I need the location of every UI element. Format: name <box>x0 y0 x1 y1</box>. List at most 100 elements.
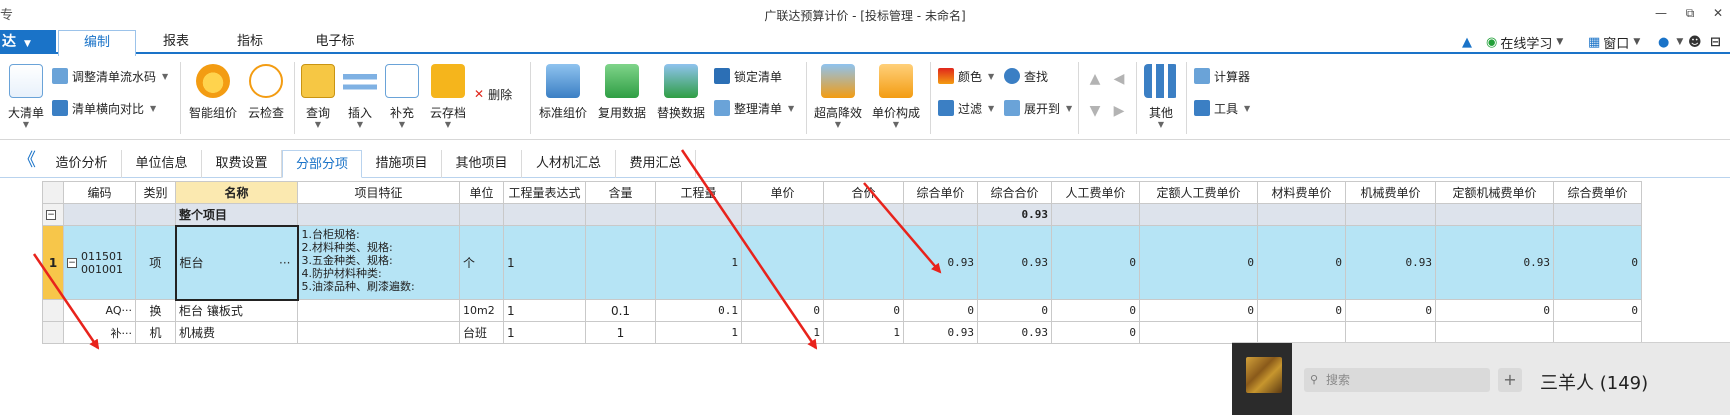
quota-machine-cell[interactable]: 0 <box>1435 299 1554 322</box>
quota-labor-cell[interactable]: 0 <box>1139 225 1258 300</box>
cell[interactable] <box>1257 203 1346 226</box>
cell[interactable] <box>459 203 504 226</box>
tab-indicators[interactable]: 指标 <box>216 30 284 54</box>
column-header[interactable]: 类别 <box>135 181 176 204</box>
delete-button[interactable]: ✕ 删除 <box>474 84 512 104</box>
column-header[interactable]: 含量 <box>585 181 656 204</box>
expand-to-button[interactable]: 展开到 ▼ <box>1004 98 1072 118</box>
cell[interactable] <box>1139 321 1258 344</box>
table-row-group[interactable]: − 整个项目 0.93 <box>42 203 1642 226</box>
column-header[interactable]: 单价 <box>741 181 824 204</box>
column-header[interactable]: 人工费单价 <box>1051 181 1140 204</box>
labor-cell[interactable]: 0 <box>1051 225 1140 300</box>
cell[interactable] <box>1553 203 1642 226</box>
cell[interactable] <box>585 203 656 226</box>
collapse-sidebar-icon[interactable]: 《 <box>18 152 36 170</box>
add-button[interactable]: + <box>1498 368 1522 392</box>
code-cell[interactable]: −011501 001001 <box>63 225 136 300</box>
cell[interactable] <box>1051 203 1140 226</box>
tab-measures[interactable]: 措施项目 <box>362 150 442 178</box>
column-header[interactable]: 合价 <box>823 181 904 204</box>
supplement-button[interactable]: 补充 ▼ <box>384 62 420 134</box>
table-row-selected[interactable]: 1 −011501 001001 项 柜台 ··· 1.台柜规格: 2.材料种类、规… <box>42 224 1642 301</box>
composite-unit-price-cell[interactable]: 0.93 <box>903 321 978 344</box>
cell[interactable] <box>823 203 904 226</box>
smart-price-button[interactable]: 智能组价 <box>186 62 240 134</box>
name-cell[interactable]: 柜台 镶板式 <box>175 299 298 322</box>
table-row[interactable]: AQ··· 换 柜台 镶板式 10m2 1 0.1 0.1 0 0 0 0 0 … <box>42 299 1642 322</box>
tab-e-bid[interactable]: 电子标 <box>290 30 380 54</box>
collapse-toggle-icon[interactable]: − <box>46 210 56 220</box>
quota-labor-cell[interactable]: 0 <box>1139 299 1258 322</box>
filter-button[interactable]: 过滤 ▼ <box>938 98 994 118</box>
unit-price-cell[interactable] <box>741 225 824 300</box>
total-price-cell[interactable]: 1 <box>823 321 904 344</box>
user-menu-button[interactable]: ● ▼ <box>1658 32 1683 52</box>
code-cell[interactable]: AQ··· <box>63 299 136 322</box>
color-button[interactable]: 颜色 ▼ <box>938 66 994 86</box>
tools-button[interactable]: 工具 ▼ <box>1194 98 1250 118</box>
cell[interactable] <box>1139 203 1258 226</box>
reuse-data-button[interactable]: 复用数据 <box>596 62 648 134</box>
unit-cell[interactable]: 台班 <box>459 321 504 344</box>
composite-total-cell[interactable]: 0.93 <box>977 321 1052 344</box>
type-cell[interactable]: 项 <box>135 225 176 300</box>
unit-cell[interactable]: 10m2 <box>459 299 504 322</box>
composite-unit-price-cell[interactable]: 0 <box>903 299 978 322</box>
move-down-icon[interactable]: ▼ <box>1086 102 1104 120</box>
query-button[interactable]: 查询 ▼ <box>300 62 336 134</box>
composite-total-cell[interactable]: 0.93 <box>977 225 1052 300</box>
material-cell[interactable]: 0 <box>1257 299 1346 322</box>
horizontal-compare-button[interactable]: 清单横向对比 ▼ <box>52 98 156 118</box>
adjust-code-button[interactable]: 调整清单流水码 ▼ <box>52 66 168 86</box>
unit-price-make-button[interactable]: 单价构成 ▼ <box>870 62 922 134</box>
cell[interactable] <box>297 203 460 226</box>
more-button[interactable]: ⊟ <box>1710 32 1724 52</box>
column-header[interactable]: 名称 <box>175 181 298 204</box>
content-cell[interactable] <box>585 225 656 300</box>
unit-price-cell[interactable]: 0 <box>741 299 824 322</box>
tab-other-items[interactable]: 其他项目 <box>442 150 522 178</box>
close-button[interactable]: ✕ <box>1704 3 1730 23</box>
cloud-check-button[interactable]: 云检查 <box>244 62 288 134</box>
expr-cell[interactable]: 1 <box>503 299 586 322</box>
calculator-button[interactable]: 计算器 <box>1194 66 1250 86</box>
cell[interactable] <box>1257 321 1346 344</box>
cell[interactable] <box>903 203 978 226</box>
collapse-toggle-icon[interactable]: − <box>67 257 77 268</box>
tab-reports[interactable]: 报表 <box>140 30 212 54</box>
collapse-ribbon-button[interactable]: ▲ <box>1462 32 1475 52</box>
column-header[interactable]: 工程量表达式 <box>503 181 586 204</box>
column-header[interactable]: 材料费单价 <box>1257 181 1346 204</box>
cell[interactable] <box>1435 321 1554 344</box>
column-header[interactable]: 机械费单价 <box>1345 181 1436 204</box>
cell[interactable] <box>135 203 176 226</box>
tab-edit[interactable]: 编制 <box>58 30 136 56</box>
cell[interactable] <box>503 203 586 226</box>
cell[interactable] <box>1553 321 1642 344</box>
maximize-button[interactable]: ⧉ <box>1676 3 1704 23</box>
labor-cell[interactable]: 0 <box>1051 299 1140 322</box>
column-header[interactable]: 定额机械费单价 <box>1435 181 1554 204</box>
group-name-cell[interactable]: 整个项目 <box>175 203 298 226</box>
composite-fee-cell[interactable]: 0 <box>1553 225 1642 300</box>
insert-button[interactable]: 插入 ▼ <box>342 62 378 134</box>
type-cell[interactable]: 换 <box>135 299 176 322</box>
window-menu-button[interactable]: ▦ 窗口 ▼ <box>1588 32 1640 52</box>
column-header[interactable]: 综合合价 <box>977 181 1052 204</box>
other-button[interactable]: 其他 ▼ <box>1142 62 1180 134</box>
group-total-cell[interactable]: 0.93 <box>977 203 1052 226</box>
cell[interactable] <box>655 203 742 226</box>
qty-cell[interactable]: 1 <box>655 225 742 300</box>
replace-data-button[interactable]: 替换数据 <box>654 62 708 134</box>
column-header[interactable]: 工程量 <box>655 181 742 204</box>
content-cell[interactable]: 1 <box>585 321 656 344</box>
total-price-cell[interactable]: 0 <box>823 299 904 322</box>
tab-unit-info[interactable]: 单位信息 <box>122 150 202 178</box>
column-header[interactable]: 单位 <box>459 181 504 204</box>
column-header[interactable]: 综合单价 <box>903 181 978 204</box>
name-cell[interactable]: 柜台 ··· <box>174 224 299 301</box>
table-row[interactable]: 补··· 机 机械费 台班 1 1 1 1 1 0.93 0.93 0 <box>42 321 1642 344</box>
chat-search-input[interactable]: ⚲ 搜索 <box>1304 368 1490 392</box>
column-header[interactable]: 项目特征 <box>297 181 460 204</box>
